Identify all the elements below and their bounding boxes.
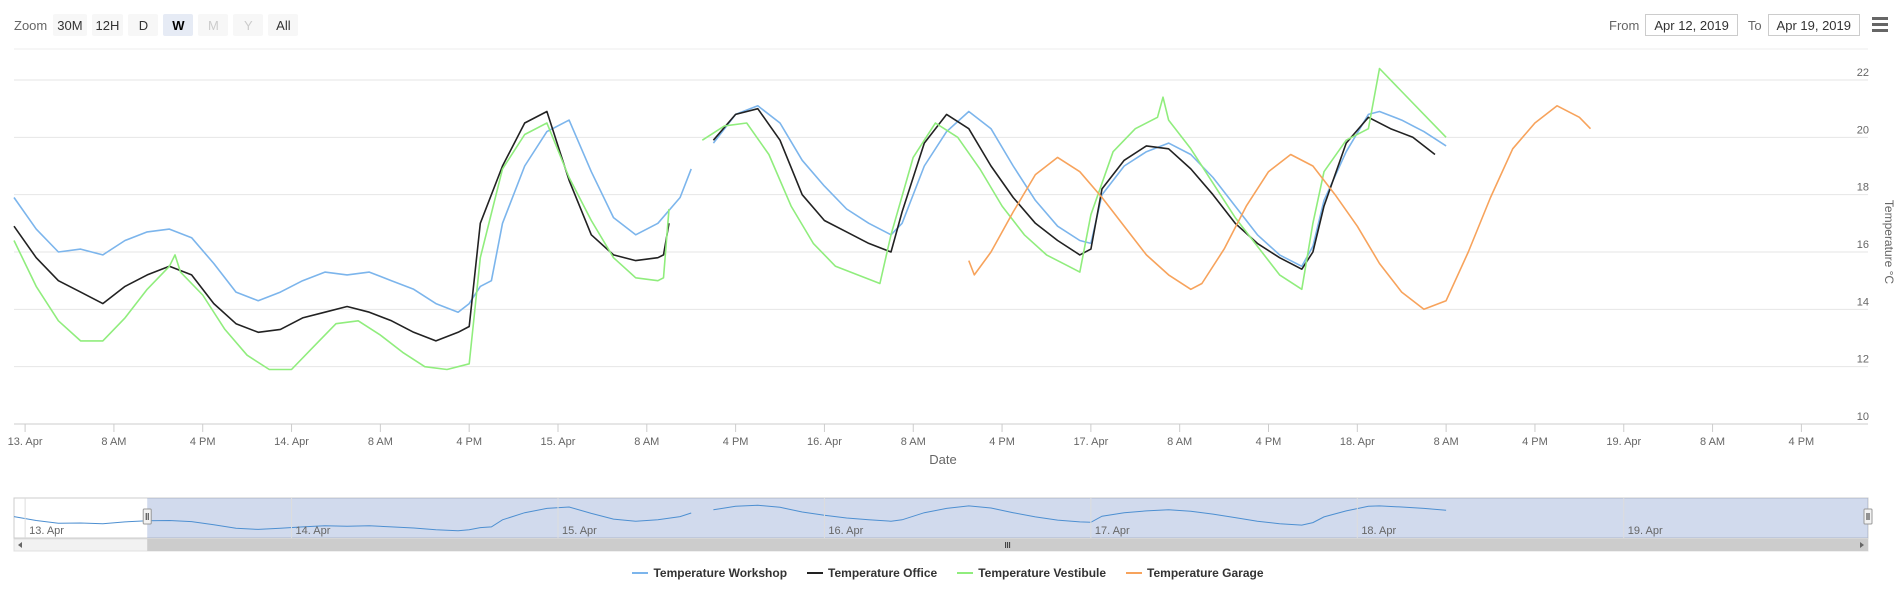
x-tick-label: 8 AM [1434, 436, 1459, 448]
x-tick-label: 8 AM [1700, 436, 1725, 448]
x-tick-label: 15. Apr [541, 436, 576, 448]
legend-swatch [1126, 572, 1143, 574]
legend-item-workshop[interactable]: Temperature Workshop [632, 566, 787, 580]
x-tick-label: 14. Apr [274, 436, 309, 448]
y-tick-label: 22 [1857, 67, 1869, 79]
x-tick-label: 4 PM [1256, 436, 1282, 448]
x-axis: 13. Apr 8 AM 4 PM 14. Apr 8 AM 4 PM 15. Apr 8 A… [8, 424, 1815, 448]
x-tick-label: 4 PM [723, 436, 749, 448]
y-axis: 10 12 14 16 18 20 22 [1857, 67, 1869, 423]
x-tick-label: 8 AM [101, 436, 126, 448]
y-axis-title: Temperature °C [1882, 200, 1896, 284]
x-tick-label: 18. Apr [1340, 436, 1375, 448]
x-tick-label: 8 AM [368, 436, 393, 448]
legend: Temperature Workshop Temperature Office … [0, 566, 1896, 580]
series-line-workshop [13, 105, 1447, 313]
legend-item-office[interactable]: Temperature Office [807, 566, 937, 580]
navigator-label: 17. Apr [1095, 525, 1130, 537]
navigator-selected-range [147, 498, 1868, 538]
legend-label: Temperature Garage [1147, 566, 1264, 580]
x-tick-label: 8 AM [1167, 436, 1192, 448]
navigator-handle [1863, 508, 1873, 525]
legend-swatch [807, 572, 824, 574]
x-tick-label: 4 PM [1789, 436, 1815, 448]
navigator-handle [142, 508, 152, 525]
legend-label: Temperature Workshop [653, 566, 788, 580]
y-tick-label: 10 [1857, 411, 1869, 423]
series-line-office [13, 107, 1436, 342]
series-line-garage [968, 105, 1592, 311]
legend-swatch [957, 572, 974, 574]
navigator-label: 13. Apr [29, 525, 64, 537]
temperature-chart: 10 12 14 16 18 20 22 13. Apr 8 AM 4 PM 14. Apr 8 A… [8, 48, 1896, 552]
navigator[interactable]: 13. Apr 14. Apr 15. Apr 16. Apr 17. Apr 18. A… [13, 497, 1873, 552]
y-tick-label: 18 [1857, 182, 1869, 194]
legend-swatch [632, 572, 649, 574]
legend-label: Temperature Vestibule [978, 566, 1107, 580]
y-tick-label: 12 [1857, 354, 1869, 366]
y-tick-label: 16 [1857, 239, 1869, 251]
x-tick-label: 13. Apr [8, 436, 43, 448]
legend-label: Temperature Office [828, 566, 938, 580]
legend-item-garage[interactable]: Temperature Garage [1126, 566, 1264, 580]
x-tick-label: 8 AM [634, 436, 659, 448]
navigator-label: 19. Apr [1628, 525, 1663, 537]
navigator-label: 18. Apr [1361, 525, 1396, 537]
series-layer [13, 67, 1592, 371]
x-tick-label: 17. Apr [1073, 436, 1108, 448]
navigator-label: 16. Apr [828, 525, 863, 537]
x-tick-label: 16. Apr [807, 436, 842, 448]
x-tick-label: 4 PM [456, 436, 482, 448]
y-tick-label: 14 [1857, 296, 1869, 308]
x-tick-label: 8 AM [901, 436, 926, 448]
x-tick-label: 4 PM [989, 436, 1015, 448]
legend-item-vestibule[interactable]: Temperature Vestibule [957, 566, 1106, 580]
x-tick-label: 4 PM [190, 436, 216, 448]
y-tick-label: 20 [1857, 124, 1869, 136]
x-tick-label: 4 PM [1522, 436, 1548, 448]
x-tick-label: 19. Apr [1606, 436, 1641, 448]
navigator-label: 15. Apr [562, 525, 597, 537]
navigator-label: 14. Apr [296, 525, 331, 537]
x-axis-title: Date [929, 452, 956, 467]
